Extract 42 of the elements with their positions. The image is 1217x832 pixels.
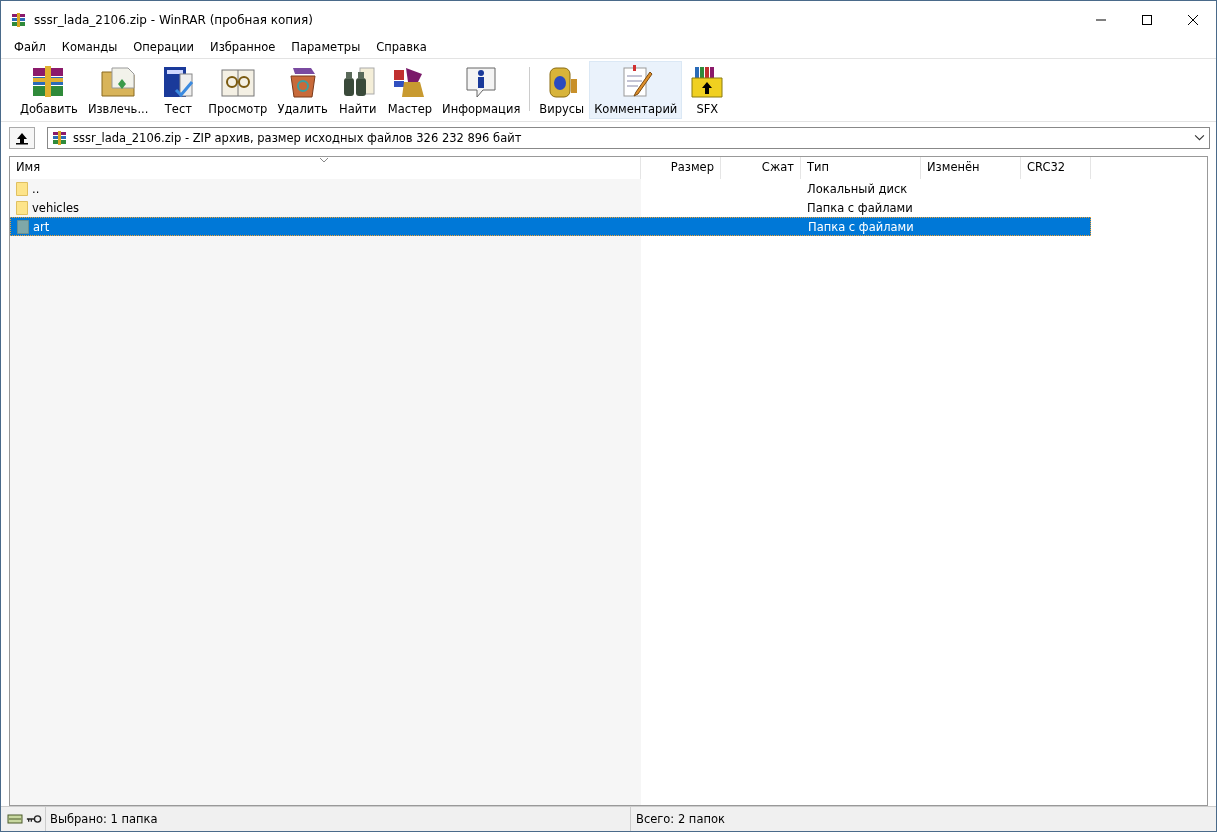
status-text: Всего: 2 папок [636,812,725,826]
toolbar-button[interactable]: Просмотр [203,61,273,119]
up-folder-button[interactable] [9,126,35,149]
books-stack-icon [11,11,27,28]
toolbar-button[interactable]: Извлечь... [82,61,154,119]
file-row[interactable]: art Папка с файлами [10,217,1091,236]
books-stack-icon [52,129,68,146]
column-header[interactable]: Размер [641,157,721,179]
key-icon [26,813,42,825]
toolbar-button[interactable]: Вирусы [534,61,590,119]
toolbar-button[interactable]: Добавить [15,61,83,119]
file-row[interactable]: vehicles Папка с файлами [10,198,1091,217]
toolbar-button[interactable]: Комментарий [589,61,683,119]
column-header[interactable]: Сжат [721,157,801,179]
toolbar-button[interactable]: Удалить [272,61,333,119]
window-title: sssr_lada_2106.zip - WinRAR (пробная копия) [34,12,314,27]
toolbar-button[interactable]: Мастер [382,61,438,119]
menu-item[interactable]: Параметры [282,40,368,54]
folder-icon [16,180,28,197]
close-icon [1187,13,1199,26]
menu-item[interactable]: Файл [5,40,53,54]
chevron-down-icon [319,157,329,163]
column-header[interactable]: Тип [801,157,921,179]
chevron-down-icon [1194,134,1205,141]
maximize-icon [1141,13,1153,26]
folder-icon [17,218,29,235]
status-text: Выбрано: 1 папка [50,812,158,826]
menu-item[interactable]: Избранное [201,40,283,54]
column-header[interactable]: Имя [10,157,641,179]
menu-item[interactable]: Команды [52,40,125,54]
toolbar-button[interactable]: Найти [332,61,383,119]
file-row[interactable]: .. Локальный диск [10,179,1091,198]
menu-item[interactable]: Справка [367,40,434,54]
column-header[interactable]: CRC32 [1021,157,1091,179]
toolbar-button[interactable]: Информация [437,61,526,119]
folder-icon [16,199,28,216]
column-header[interactable]: Изменён [921,157,1021,179]
toolbar-button[interactable]: Тест [153,61,204,119]
menu-item[interactable]: Операции [124,40,202,54]
address-combo[interactable]: sssr_lada_2106.zip - ZIP архив, размер исходных файлов 326 232 896 байт [47,126,1210,149]
drive-icon [7,813,23,825]
toolbar-button[interactable]: SFX [682,61,733,119]
